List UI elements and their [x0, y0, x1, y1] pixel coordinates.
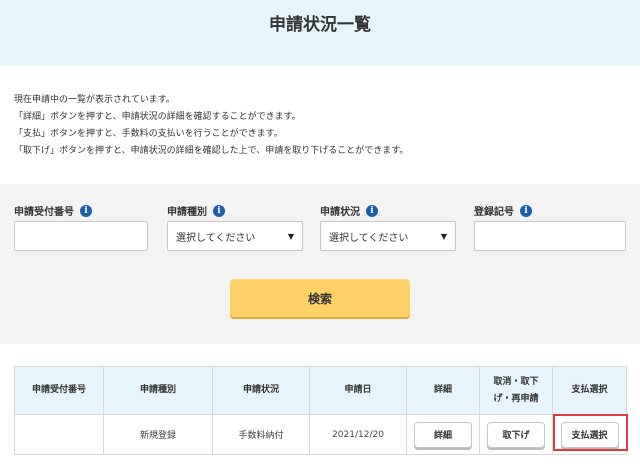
column-header: 申請種別 — [103, 366, 213, 415]
cell-status: 手数料納付 — [212, 414, 310, 455]
cell-detail: 詳細 — [406, 414, 480, 455]
field-label-application-type: 申請種別 i — [167, 203, 225, 218]
column-header: 取消・取下げ・再申請 — [479, 366, 553, 415]
info-icon[interactable]: i — [520, 204, 532, 217]
column-header: 詳細 — [406, 366, 480, 415]
withdraw-button[interactable]: 取下げ — [487, 421, 545, 448]
cell-type: 新規登録 — [103, 414, 213, 455]
application-table: 申請受付番号 申請種別 申請状況 申請日 詳細 取消・取下げ・再申請 支払選択 … — [14, 366, 627, 455]
search-button[interactable]: 検索 — [230, 279, 410, 317]
description-line: 「支払」ボタンを押すと、手数料の支払いを行うことができます。 — [14, 129, 283, 139]
info-icon[interactable]: i — [366, 204, 378, 217]
column-header: 申請受付番号 — [14, 366, 104, 415]
field-label-application-number: 申請受付番号 i — [14, 203, 92, 218]
chevron-down-icon: ▼ — [440, 231, 447, 241]
page-title: 申請状況一覧 — [269, 15, 371, 35]
cell-number — [14, 414, 104, 455]
field-label-application-status: 申請状況 i — [320, 203, 378, 218]
field-label-registration-mark: 登録記号 i — [474, 203, 532, 218]
description-line: 「取下げ」ボタンを押すと、申請状況の詳細を確認した上で、申請を取り下げることがで… — [14, 146, 409, 156]
application-type-select[interactable]: 選択してください ▼ — [167, 221, 303, 251]
table-row: 新規登録 手数料納付 2021/12/20 詳細 取下げ 支払選択 — [14, 414, 627, 455]
info-icon[interactable]: i — [213, 204, 225, 217]
detail-button[interactable]: 詳細 — [414, 421, 472, 448]
column-header: 支払選択 — [552, 366, 627, 415]
chevron-down-icon: ▼ — [287, 231, 294, 241]
column-header: 申請状況 — [212, 366, 310, 415]
table-header-row: 申請受付番号 申請種別 申請状況 申請日 詳細 取消・取下げ・再申請 支払選択 — [14, 366, 627, 415]
registration-mark-input[interactable] — [474, 221, 626, 251]
cell-date: 2021/12/20 — [309, 414, 407, 455]
info-icon[interactable]: i — [80, 204, 92, 217]
highlight-box — [553, 414, 628, 451]
application-number-input[interactable] — [14, 221, 148, 251]
cell-withdraw: 取下げ — [479, 414, 553, 455]
application-status-select[interactable]: 選択してください ▼ — [320, 221, 456, 251]
column-header: 申請日 — [309, 366, 407, 415]
description-line: 「詳細」ボタンを押すと、申請状況の詳細を確認することができます。 — [14, 112, 301, 122]
description: 現在申請中の一覧が表示されています。 「詳細」ボタンを押すと、申請状況の詳細を確… — [14, 92, 408, 160]
description-line: 現在申請中の一覧が表示されています。 — [14, 95, 175, 105]
